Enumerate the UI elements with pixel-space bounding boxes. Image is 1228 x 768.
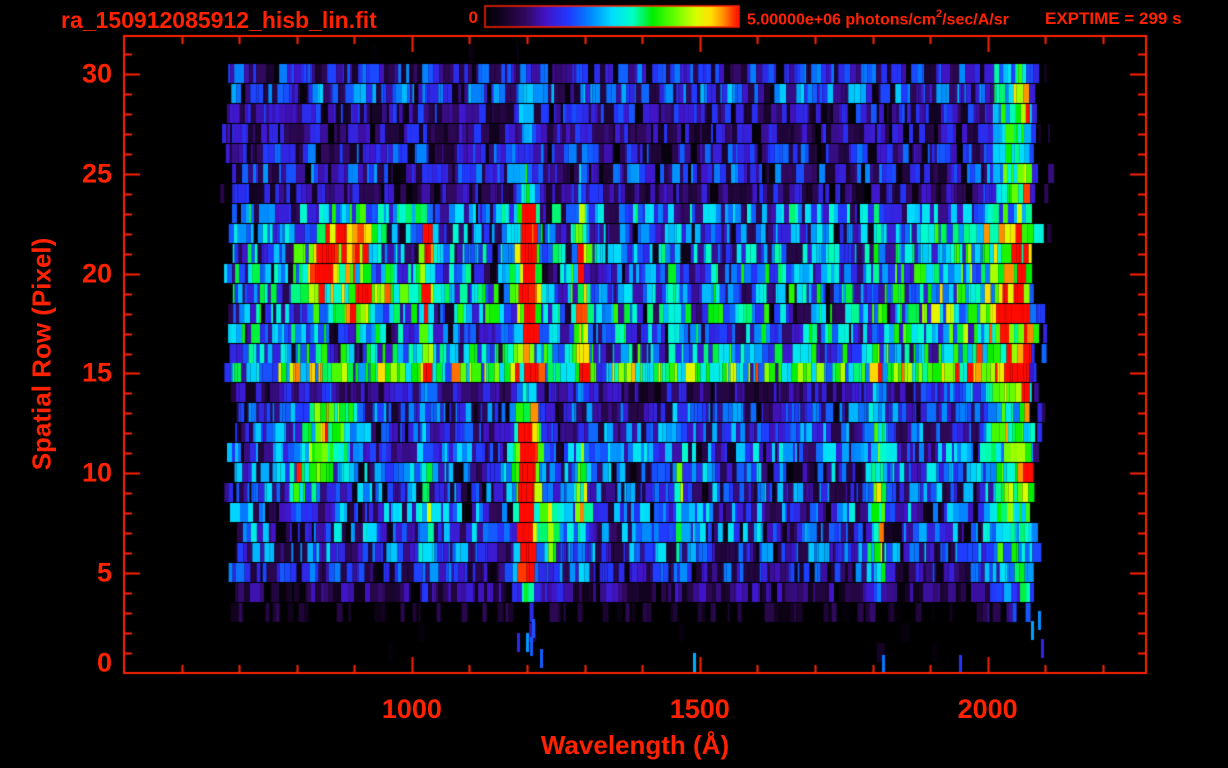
colorbar-min-label: 0 xyxy=(468,8,478,27)
y-tick-label: 5 xyxy=(96,557,112,588)
y-tick-label: 25 xyxy=(81,158,112,189)
y-tick-label: 30 xyxy=(81,58,112,89)
plot-window: ra_150912085912_hisb_lin.fit 0 5.00000e+… xyxy=(0,0,1228,768)
y-tick-label: 15 xyxy=(81,357,112,388)
exptime-label: EXPTIME = 299 s xyxy=(1045,9,1182,28)
flux-prefix: 5.00000e+06 photons/cm xyxy=(747,11,936,29)
flux-superscript: 2 xyxy=(935,8,943,20)
x-axis-title: Wavelength (Å) xyxy=(540,730,730,760)
y-tick-label: 20 xyxy=(81,258,112,289)
page-title: ra_150912085912_hisb_lin.fit xyxy=(61,7,377,33)
y-tick-label: 0 xyxy=(96,647,112,678)
colorbar-max-units-label: 5.00000e+06 photons/cm2/sec/A/sr xyxy=(747,8,1009,29)
y-tick-label: 10 xyxy=(81,457,112,488)
spectrogram-canvas xyxy=(0,0,1228,768)
x-tick-label: 1500 xyxy=(669,694,730,724)
flux-suffix: /sec/A/sr xyxy=(942,11,1009,29)
x-tick-label: 1000 xyxy=(381,694,442,724)
x-tick-label: 2000 xyxy=(957,694,1018,724)
